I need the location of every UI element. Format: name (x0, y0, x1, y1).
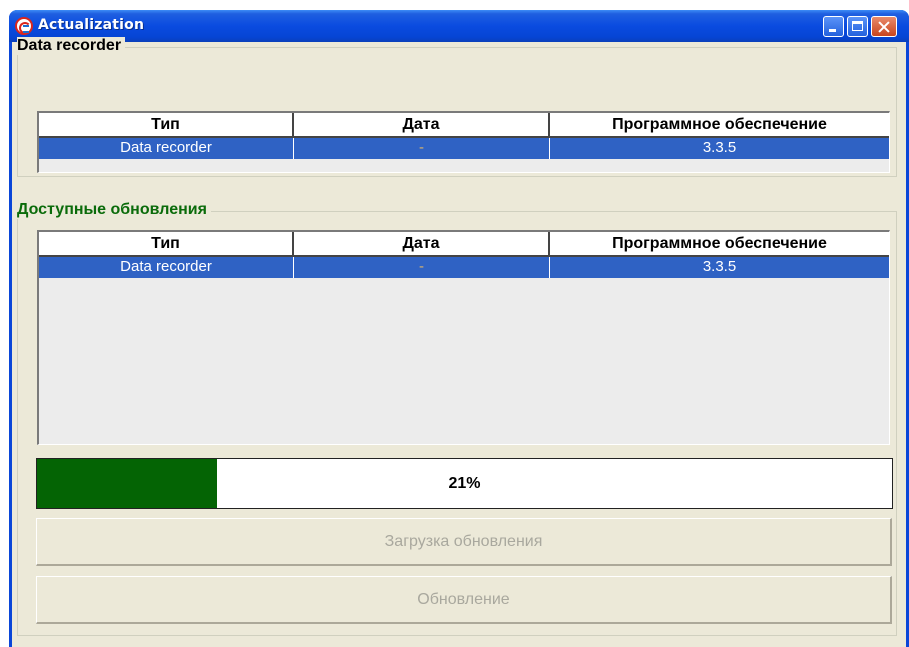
cell-date: - (294, 257, 550, 278)
app-logo-icon (15, 17, 33, 35)
cell-type: Data recorder (39, 257, 294, 278)
minimize-button[interactable] (823, 16, 844, 37)
device-list[interactable]: Тип Дата Программное обеспечение Data re… (37, 111, 890, 173)
maximize-button[interactable] (847, 16, 868, 37)
device-list-header: Тип Дата Программное обеспечение (39, 113, 889, 138)
cell-software: 3.3.5 (550, 257, 889, 278)
updates-list[interactable]: Тип Дата Программное обеспечение Data re… (37, 230, 890, 445)
column-header-type[interactable]: Тип (39, 232, 294, 257)
window-title: Actualization (38, 17, 145, 33)
column-header-software[interactable]: Программное обеспечение (550, 232, 889, 257)
update-button[interactable]: Обновление (36, 576, 892, 624)
device-list-row[interactable]: Data recorder - 3.3.5 (39, 138, 889, 159)
cell-software: 3.3.5 (550, 138, 889, 159)
device-group-title: Data recorder (17, 37, 126, 55)
updates-list-header: Тип Дата Программное обеспечение (39, 232, 889, 257)
cell-type: Data recorder (39, 138, 294, 159)
cell-date: - (294, 138, 550, 159)
column-header-software[interactable]: Программное обеспечение (550, 113, 889, 138)
column-header-date[interactable]: Дата (294, 232, 550, 257)
updates-list-row[interactable]: Data recorder - 3.3.5 (39, 257, 889, 278)
download-update-button[interactable]: Загрузка обновления (36, 518, 892, 566)
updates-group-title: Доступные обновления (17, 201, 211, 219)
column-header-type[interactable]: Тип (39, 113, 294, 138)
progress-label: 21% (448, 475, 481, 492)
title-bar[interactable]: Actualization (9, 10, 909, 42)
column-header-date[interactable]: Дата (294, 113, 550, 138)
close-button[interactable] (871, 16, 897, 37)
update-progress-bar: 21% (36, 458, 893, 509)
